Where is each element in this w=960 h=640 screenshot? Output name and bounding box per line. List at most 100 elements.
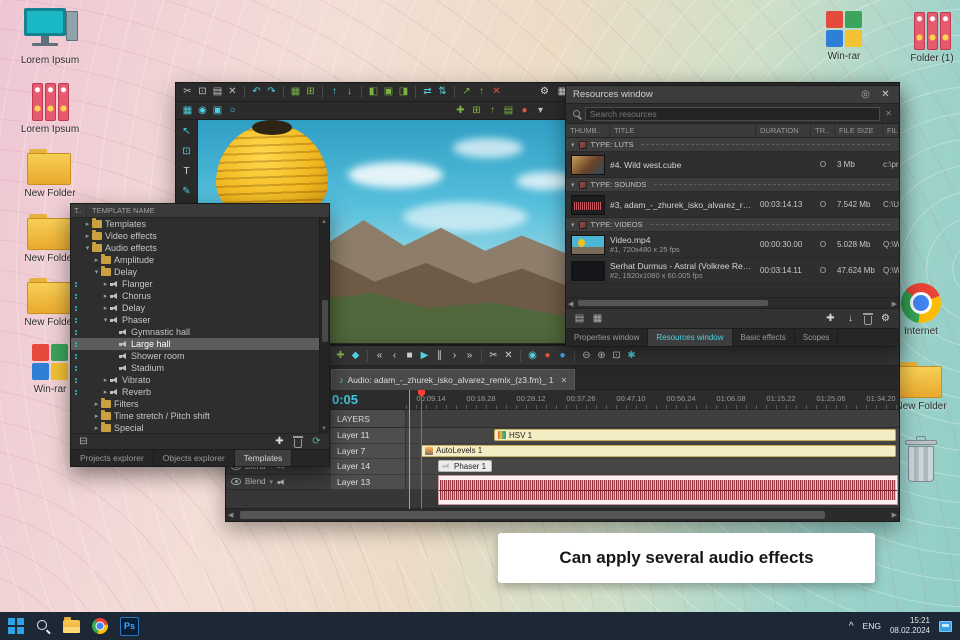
copy-icon[interactable]: ⊡: [196, 84, 209, 100]
resource-group-row[interactable]: ▾ TYPE: LUTS: [566, 138, 899, 152]
expand-arrow[interactable]: ▸: [101, 376, 110, 384]
template-tree-item[interactable]: ▸ Filters: [71, 398, 329, 410]
magic-wand-icon[interactable]: ✱: [625, 348, 638, 364]
expand-arrow[interactable]: ▸: [101, 280, 110, 288]
clear-search-icon[interactable]: ✕: [885, 109, 892, 118]
move-down-icon[interactable]: ↓: [343, 84, 356, 100]
expand-arrow[interactable]: ▸: [101, 304, 110, 312]
add-template-icon[interactable]: ✚: [273, 434, 286, 450]
tab-objects-explorer[interactable]: Objects explorer: [154, 450, 235, 466]
close-tab-icon[interactable]: ✕: [560, 376, 567, 385]
expand-arrow[interactable]: ▸: [101, 292, 110, 300]
more-icon[interactable]: ▾: [534, 103, 547, 119]
speaker-icon[interactable]: [277, 478, 285, 485]
align-left-icon[interactable]: ◧: [367, 84, 380, 100]
template-tree-item[interactable]: ▾ Phaser: [71, 314, 329, 326]
tab-scopes[interactable]: Scopes: [795, 329, 839, 346]
text-tool-icon[interactable]: T: [180, 164, 193, 179]
start-button[interactable]: [8, 618, 24, 634]
expand-arrow[interactable]: ▸: [83, 220, 92, 228]
delete-template-icon[interactable]: [293, 435, 303, 448]
template-tree-item[interactable]: Shower room: [71, 350, 329, 362]
timeline-track[interactable]: Phaser 1: [406, 459, 899, 475]
resource-row[interactable]: #4. Wild west.cube O 3 Mb c:\progra...: [566, 152, 899, 178]
tab-basic-effects[interactable]: Basic effects: [733, 329, 795, 346]
collapse-all-icon[interactable]: ⊟: [77, 434, 90, 450]
scrollbar-thumb[interactable]: [578, 300, 768, 306]
tab-resources-window[interactable]: Resources window: [648, 329, 733, 346]
expand-arrow[interactable]: ▸: [92, 256, 101, 264]
template-tree-item[interactable]: ▸ Video effects: [71, 230, 329, 242]
next-frame-icon[interactable]: ›: [448, 348, 461, 364]
scroll-down-icon[interactable]: ▼: [321, 426, 327, 432]
marker-icon[interactable]: ◆: [349, 348, 362, 364]
template-tree-item[interactable]: ▸ Delay: [71, 302, 329, 314]
paste-object-icon[interactable]: ▤: [502, 103, 515, 119]
scrollbar-thumb[interactable]: [322, 299, 328, 342]
visibility-eye-icon[interactable]: [231, 478, 241, 486]
jump-start-icon[interactable]: «: [373, 348, 386, 364]
template-tree-item[interactable]: ▸ Flanger: [71, 278, 329, 290]
close-project-icon[interactable]: ✕: [490, 84, 503, 100]
photoshop-taskbar-icon[interactable]: Ps: [120, 616, 139, 636]
redo-icon[interactable]: ↷: [265, 84, 278, 100]
align-center-icon[interactable]: ▣: [382, 84, 395, 100]
record-screen-icon[interactable]: ●: [556, 348, 569, 364]
selection-marker[interactable]: [409, 390, 410, 509]
audio-timeline-tab[interactable]: ♪ Audio: adam_-_zhurek_isko_alvarez_remi…: [331, 369, 576, 390]
timeline-track[interactable]: AutoLevels 1: [406, 444, 899, 459]
desktop-icon-lorem-ipsum[interactable]: Lorem Ipsum: [12, 81, 88, 136]
column-header[interactable]: DURATION: [756, 124, 811, 137]
resource-settings-icon[interactable]: ⚙: [879, 311, 892, 327]
desktop-icon-new-folder[interactable]: New Folder: [12, 149, 88, 200]
cut-icon[interactable]: ✂: [181, 84, 194, 100]
grid-view-icon[interactable]: ▦: [591, 311, 604, 327]
expand-arrow[interactable]: ▸: [83, 232, 92, 240]
template-tree-item[interactable]: ▸ Amplitude: [71, 254, 329, 266]
time-icon[interactable]: ○: [226, 103, 239, 119]
close-window-icon[interactable]: ✕: [879, 87, 892, 103]
expand-arrow[interactable]: ▾: [101, 316, 110, 324]
settings-icon[interactable]: ⚙: [538, 84, 551, 100]
collapse-arrow[interactable]: ▾: [571, 141, 575, 149]
scroll-up-icon[interactable]: ▲: [321, 219, 327, 225]
slideshow-icon[interactable]: ⊞: [304, 84, 317, 100]
previous-frame-icon[interactable]: ‹: [388, 348, 401, 364]
expand-arrow[interactable]: ▸: [92, 424, 101, 432]
scene-icon[interactable]: ▣: [211, 103, 224, 119]
zoom-in-icon[interactable]: ⊕: [595, 348, 608, 364]
track-options[interactable]: Blend▾: [226, 474, 331, 490]
template-tree-item[interactable]: ▸ Time stretch / Pitch shift: [71, 410, 329, 422]
pause-icon[interactable]: ∥: [433, 348, 446, 364]
zoom-out-icon[interactable]: ⊖: [580, 348, 593, 364]
download-icon[interactable]: ↓: [844, 311, 857, 327]
resource-row[interactable]: Video.mp4 #1, 720x480 x 25 fps 00:00:30.00…: [566, 232, 899, 258]
column-header[interactable]: FILE NAME: [883, 124, 899, 137]
tab-templates[interactable]: Templates: [234, 450, 293, 466]
resources-titlebar[interactable]: Resources window ◎ ✕: [566, 86, 899, 104]
resource-group-row[interactable]: ▾ TYPE: VIDEOS: [566, 218, 899, 232]
column-header[interactable]: THUMB..: [566, 124, 610, 137]
resource-row[interactable]: #3, adam_-_zhurek_isko_alvarez_remix... 0…: [566, 192, 899, 218]
template-tree-item[interactable]: ▾ Audio effects: [71, 242, 329, 254]
search-input[interactable]: [585, 106, 881, 121]
scroll-right-icon[interactable]: ▶: [892, 511, 897, 519]
expand-arrow[interactable]: ▸: [92, 412, 101, 420]
flip-horizontal-icon[interactable]: ⇄: [421, 84, 434, 100]
remove-part-icon[interactable]: ✕: [502, 348, 515, 364]
list-view-icon[interactable]: ▤: [573, 311, 586, 327]
add-sprite-icon[interactable]: ⊞: [470, 103, 483, 119]
audio-waveform-clip[interactable]: [438, 475, 898, 505]
layer-name[interactable]: Layer 11: [331, 428, 406, 444]
tray-expand-icon[interactable]: ^: [849, 621, 854, 632]
delete-icon[interactable]: ✕: [226, 84, 239, 100]
expand-arrow[interactable]: ▸: [92, 400, 101, 408]
up-level-icon[interactable]: ↑: [486, 103, 499, 119]
language-indicator[interactable]: ENG: [863, 621, 881, 631]
notification-icon[interactable]: [939, 620, 952, 632]
clock[interactable]: 15:21 08.02.2024: [890, 616, 930, 637]
crop-icon[interactable]: ⊡: [180, 144, 193, 159]
layer-name[interactable]: Layer 13: [331, 474, 406, 490]
expand-arrow[interactable]: ▾: [92, 268, 101, 276]
collapse-arrow[interactable]: ▾: [571, 181, 575, 189]
